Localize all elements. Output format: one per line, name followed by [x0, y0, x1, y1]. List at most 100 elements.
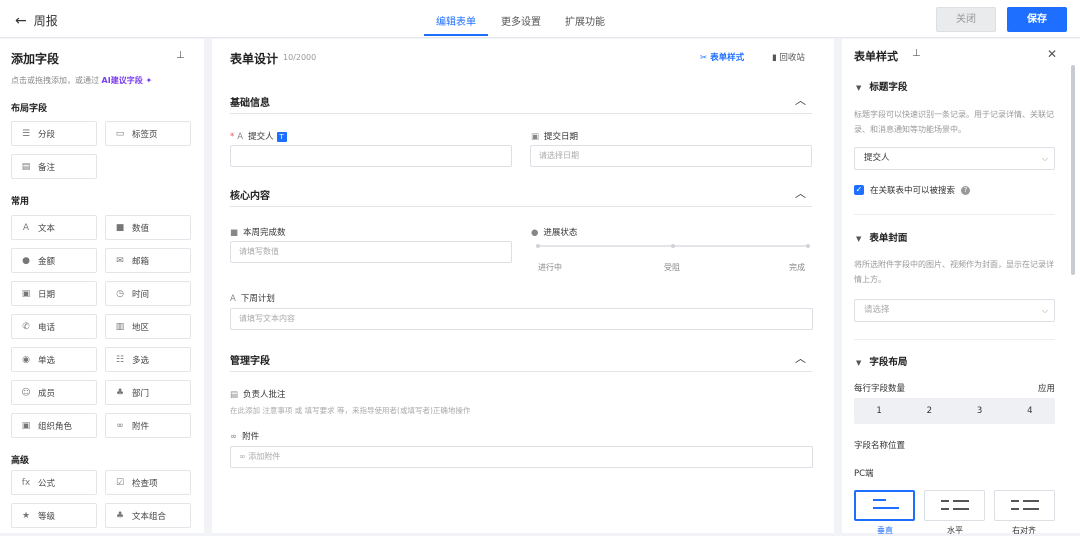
field-label: 时间	[132, 289, 150, 300]
searchable-checkbox[interactable]: ✓ 在关联表中可以被搜索?	[854, 184, 971, 196]
section-core-content[interactable]: 核心内容 ︿	[230, 187, 812, 207]
field-tabpage[interactable]: ▭ 标签页	[105, 121, 191, 146]
tab-edit-form[interactable]: 编辑表单	[436, 13, 476, 28]
field-date[interactable]: ▣ 日期	[11, 281, 97, 306]
position-right-align-option[interactable]	[994, 490, 1055, 521]
slider-stop[interactable]	[536, 244, 540, 248]
field-label: 日期	[38, 289, 56, 300]
chevron-down-icon: ⌵	[1041, 154, 1048, 163]
slider-stop[interactable]	[806, 244, 810, 248]
layout-line	[1011, 500, 1019, 502]
field-phone[interactable]: ✆ 电话	[11, 314, 97, 339]
layout-line	[941, 500, 949, 502]
group-advanced: 高级	[11, 456, 30, 466]
chevron-up-icon[interactable]: ︿	[795, 92, 806, 108]
per-row-option[interactable]: 2	[904, 398, 954, 424]
field-section[interactable]: ☰ 分段	[11, 121, 97, 146]
label-text: 负责人批注	[243, 390, 286, 400]
link-icon: ∞	[230, 432, 238, 442]
list-check-icon: ☷	[115, 354, 125, 365]
slider-stop[interactable]	[671, 244, 675, 248]
ai-suggest-link[interactable]: AI建议字段 ✦	[102, 76, 153, 85]
per-row-option[interactable]: 1	[854, 398, 904, 424]
attachment-upload[interactable]: ∞ 添加附件	[230, 446, 813, 468]
submit-date-input[interactable]: 请选择日期	[530, 145, 812, 167]
field-label: 多选	[132, 355, 150, 366]
field-checkitem[interactable]: ☑ 检查项	[105, 470, 191, 495]
field-text-combo[interactable]: ♣ 文本组合	[105, 503, 191, 528]
submitter-input[interactable]	[230, 145, 512, 167]
label-text: 进展状态	[543, 228, 578, 238]
style-icon: ✂	[700, 53, 708, 63]
pin-icon[interactable]: ⊥	[912, 48, 921, 59]
cover-desc: 将所选附件字段中的图片、视频作为封面，显示在记录详情上方。	[854, 260, 1054, 284]
section-cover[interactable]: ▼ 表单封面	[856, 230, 907, 244]
apply-link[interactable]: 应用	[1038, 382, 1055, 394]
field-region[interactable]: ▥ 地区	[105, 314, 191, 339]
trash-icon: ▮	[772, 53, 777, 63]
field-note[interactable]: ▤ 备注	[11, 154, 97, 179]
label-submit-date: ▣ 提交日期	[531, 130, 578, 142]
cover-select[interactable]: 请选择 ⌵	[854, 299, 1055, 322]
weekly-count-input[interactable]: 请填写数值	[230, 241, 512, 263]
section-label: 表单封面	[869, 233, 908, 244]
active-tab-indicator	[424, 34, 488, 36]
recycle-bin-button[interactable]: ▮ 回收站	[772, 51, 805, 63]
close-button[interactable]: 关闭	[936, 7, 996, 32]
section-title: 基础信息	[230, 98, 270, 109]
divider	[854, 214, 1055, 215]
next-plan-input[interactable]: 请填写文本内容	[230, 308, 813, 330]
right-panel-scrollbar[interactable]	[1071, 65, 1075, 275]
name-position-label: 字段名称位置	[854, 441, 906, 451]
role-icon: ▣	[21, 420, 31, 431]
per-row-option[interactable]: 4	[1005, 398, 1055, 424]
field-label: 分段	[38, 129, 56, 140]
field-org-role[interactable]: ▣ 组织角色	[11, 413, 97, 438]
per-row-selector: 1 2 3 4	[854, 398, 1055, 424]
check-icon: ✓	[854, 185, 864, 195]
position-vertical-option[interactable]	[854, 490, 915, 521]
select-value: 提交人	[864, 153, 890, 163]
field-single-select[interactable]: ◉ 单选	[11, 347, 97, 372]
title-field-select[interactable]: 提交人 ⌵	[854, 147, 1055, 170]
help-icon[interactable]: ?	[961, 185, 971, 195]
save-button[interactable]: 保存	[1007, 7, 1067, 32]
add-field-panel: 添加字段 ⊥ 点击或拖拽添加，或通过 AI建议字段 ✦ 布局字段 ☰ 分段 ▭ 标签…	[0, 39, 204, 533]
close-icon[interactable]: ✕	[1047, 47, 1057, 61]
pin-icon[interactable]: ⊥	[176, 50, 185, 61]
per-row-option[interactable]: 3	[955, 398, 1005, 424]
position-label: 右对齐	[1012, 526, 1036, 535]
field-amount[interactable]: ● 金额	[11, 248, 97, 273]
progress-slider[interactable]	[536, 244, 810, 248]
field-label: 附件	[132, 421, 150, 432]
field-attachment[interactable]: ∞ 附件	[105, 413, 191, 438]
label-submitter: * A 提交人 T	[230, 130, 287, 142]
section-basic-info[interactable]: 基础信息 ︿	[230, 94, 812, 114]
field-time[interactable]: ◷ 时间	[105, 281, 191, 306]
field-label: 文本	[38, 223, 56, 234]
field-department[interactable]: ♣ 部门	[105, 380, 191, 405]
field-rating[interactable]: ★ 等级	[11, 503, 97, 528]
tab-extensions[interactable]: 扩展功能	[565, 13, 605, 28]
star-icon: ★	[21, 510, 31, 521]
chevron-up-icon[interactable]: ︿	[795, 350, 806, 366]
layout-line	[873, 499, 886, 501]
field-email[interactable]: ✉ 邮箱	[105, 248, 191, 273]
form-style-button[interactable]: ✂ 表单样式	[700, 51, 744, 63]
section-title: 核心内容	[230, 191, 270, 202]
section-title-field[interactable]: ▼ 标题字段	[856, 79, 907, 93]
field-multi-select[interactable]: ☷ 多选	[105, 347, 191, 372]
field-formula[interactable]: fx 公式	[11, 470, 97, 495]
chevron-up-icon[interactable]: ︿	[795, 185, 806, 201]
section-management[interactable]: 管理字段 ︿	[230, 352, 812, 372]
field-member[interactable]: ☺ 成员	[11, 380, 97, 405]
position-horizontal-option[interactable]	[924, 490, 985, 521]
back-button[interactable]: ← 周报	[15, 12, 58, 29]
title-tag-icon: T	[276, 131, 287, 142]
tab-more-settings[interactable]: 更多设置	[501, 13, 541, 28]
field-text[interactable]: A 文本	[11, 215, 97, 240]
progress-option: 完成	[789, 263, 805, 272]
field-label: 备注	[38, 162, 56, 173]
section-field-layout[interactable]: ▼ 字段布局	[856, 354, 907, 368]
field-number[interactable]: ■ 数值	[105, 215, 191, 240]
